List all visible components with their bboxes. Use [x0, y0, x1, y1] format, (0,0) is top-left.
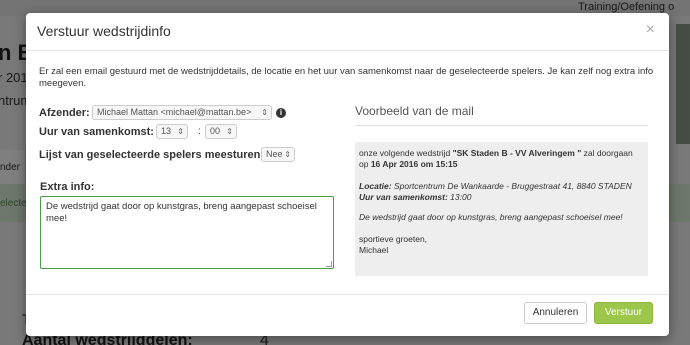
time-label: Uur van samenkomst:: [39, 126, 154, 138]
modal-footer-divider: [26, 294, 669, 295]
mail-preview-divider: [355, 125, 648, 126]
mail-preview-time-value: 13:00: [447, 192, 472, 202]
mail-preview-text: onze volgende wedstrijd: [359, 148, 453, 158]
select-arrows-icon: ⇕: [226, 127, 233, 136]
mail-preview-location-value: Sportcentrum De Wankaarde - Bruggestraat…: [391, 181, 632, 191]
minute-select[interactable]: 00 ⇕: [205, 124, 237, 139]
extra-info-textarea[interactable]: De wedstrijd gaat door op kunstgras, bre…: [40, 196, 334, 269]
mail-preview-date: 16 Apr 2016 om 15:15: [370, 159, 458, 169]
hour-select[interactable]: 13 ⇕: [156, 124, 188, 139]
players-list-label: Lijst van geselecteerde spelers meesture…: [39, 149, 264, 161]
minute-select-value: 00: [210, 126, 221, 136]
hour-select-value: 13: [161, 126, 172, 136]
sender-select[interactable]: Michael Mattan <michael@mattan.be> ⇕: [92, 105, 272, 120]
modal-header: Verstuur wedstrijdinfo ×: [26, 13, 669, 51]
mail-preview-location-label: Locatie:: [359, 181, 392, 191]
send-match-info-modal: Verstuur wedstrijdinfo × Er zal een emai…: [26, 13, 669, 336]
mail-preview-extra-text: De wedstrijd gaat door op kunstgras, bre…: [359, 212, 623, 222]
extra-info-text: De wedstrijd gaat door op kunstgras, bre…: [46, 201, 317, 224]
sender-select-value: Michael Mattan <michael@mattan.be>: [97, 107, 252, 117]
close-icon[interactable]: ×: [646, 21, 655, 39]
select-arrows-icon: ⇕: [177, 127, 184, 136]
mail-preview-match: "SK Staden B - VV Alveringem ": [452, 148, 582, 158]
mail-preview-greeting: sportieve groeten,: [359, 234, 428, 244]
extra-info-label: Extra info:: [40, 181, 95, 193]
mail-preview-time-label: Uur van samenkomst:: [359, 192, 448, 202]
players-list-select-value: Nee: [266, 149, 283, 159]
info-icon[interactable]: i: [276, 108, 286, 118]
players-list-select[interactable]: Nee ⇕: [261, 147, 295, 162]
mail-preview-intro: onze volgende wedstrijd "SK Staden B - V…: [359, 148, 644, 170]
mail-preview-title: Voorbeeld van de mail: [355, 104, 474, 118]
select-arrows-icon: ⇕: [284, 150, 291, 159]
modal-intro-text: Er zal een email gestuurd met de wedstri…: [39, 66, 654, 89]
mail-preview-box: onze volgende wedstrijd "SK Staden B - V…: [355, 142, 648, 276]
send-button[interactable]: Verstuur: [594, 302, 653, 324]
mail-preview-name: Michael: [359, 245, 389, 255]
select-arrows-icon: ⇕: [261, 108, 268, 117]
resize-handle-icon[interactable]: [326, 261, 332, 267]
time-separator: :: [198, 126, 201, 137]
mail-preview-extra: De wedstrijd gaat door op kunstgras, bre…: [359, 212, 644, 223]
cancel-button[interactable]: Annuleren: [524, 302, 587, 324]
modal-title: Verstuur wedstrijdinfo: [37, 23, 171, 39]
mail-preview-details: Locatie: Sportcentrum De Wankaarde - Bru…: [359, 181, 644, 203]
mail-preview-signature: sportieve groeten, Michael: [359, 234, 644, 256]
sender-label: Afzender:: [39, 107, 90, 119]
